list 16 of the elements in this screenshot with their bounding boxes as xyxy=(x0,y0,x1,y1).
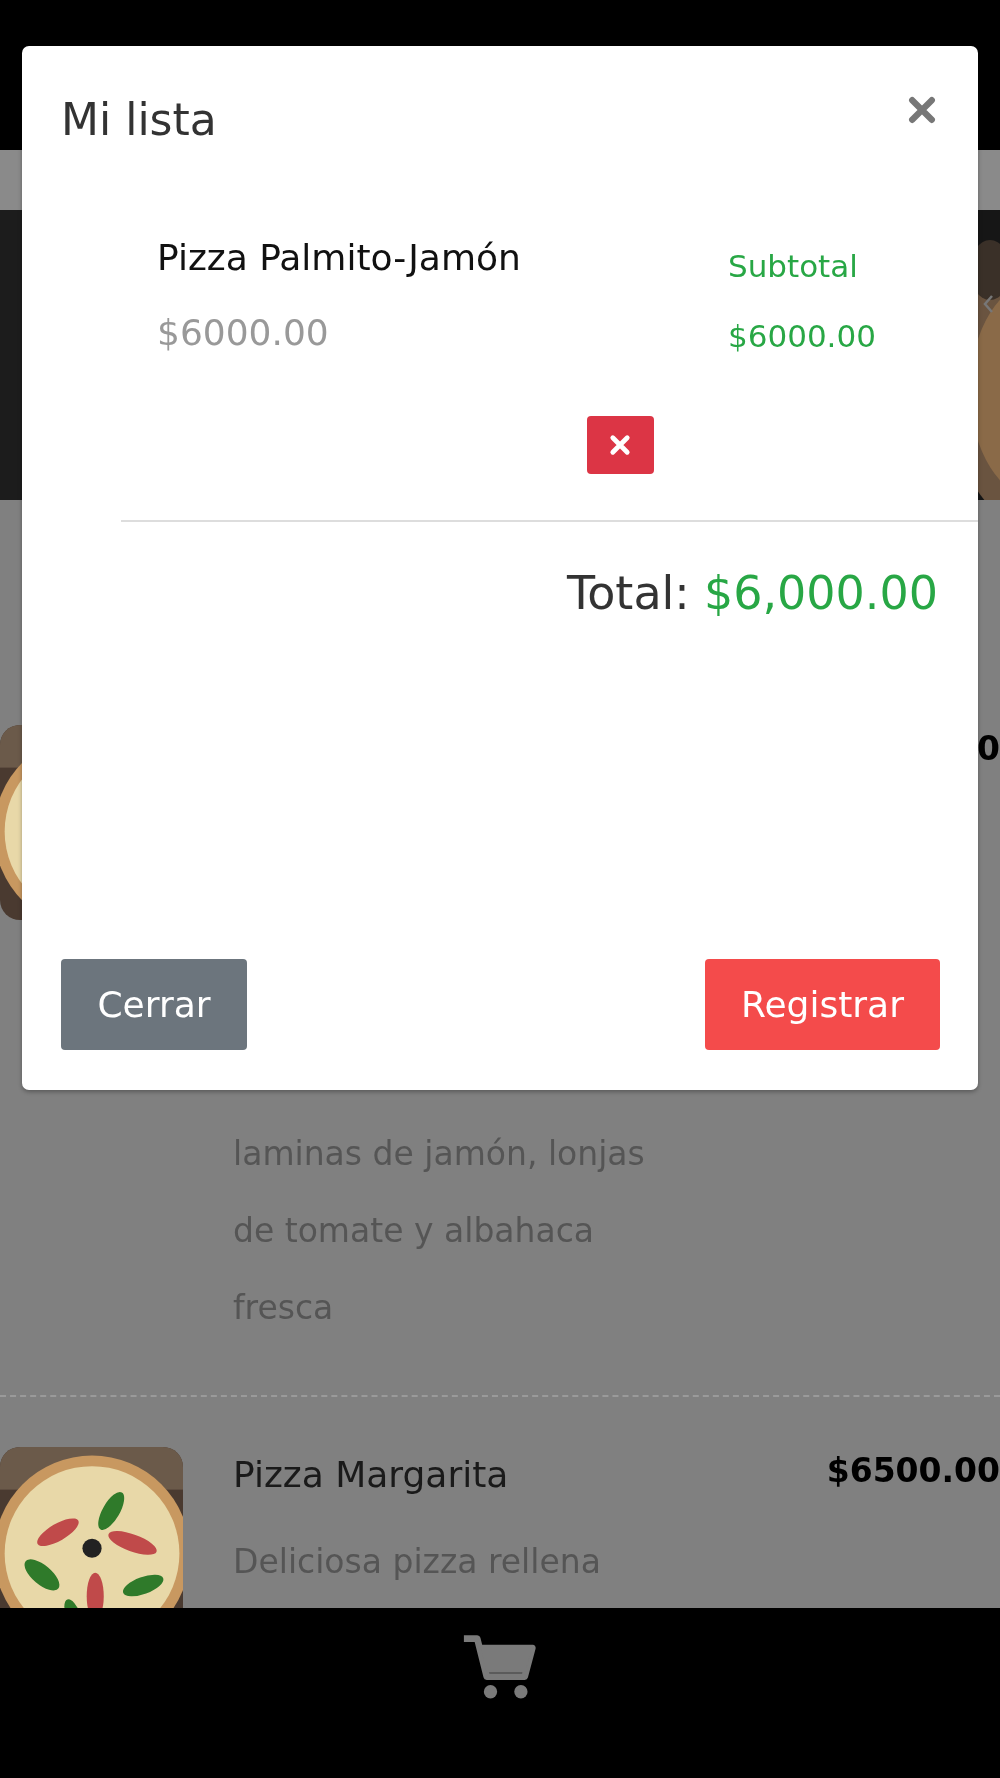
subtotal-label: Subtotal xyxy=(728,248,859,284)
close-button[interactable]: Cerrar xyxy=(61,959,247,1050)
register-button[interactable]: Registrar xyxy=(705,959,940,1050)
close-icon[interactable] xyxy=(908,96,936,124)
item-price: $6000.00 xyxy=(157,312,330,353)
item-price: $6500.00 xyxy=(826,1451,1000,1490)
total-value: $6,000.00 xyxy=(703,566,938,620)
remove-button[interactable] xyxy=(586,416,654,474)
item-name: Pizza Palmito-Jamón xyxy=(157,236,521,280)
subtotal-value: $6000.00 xyxy=(728,318,877,354)
item-name: Pizza Margarita xyxy=(233,1453,510,1497)
x-icon xyxy=(608,433,632,457)
total-label: Total: xyxy=(566,566,690,620)
item-price: 0 xyxy=(977,729,1000,768)
modal-title: Mi lista xyxy=(61,93,217,147)
chevron-left-icon[interactable] xyxy=(982,294,994,314)
